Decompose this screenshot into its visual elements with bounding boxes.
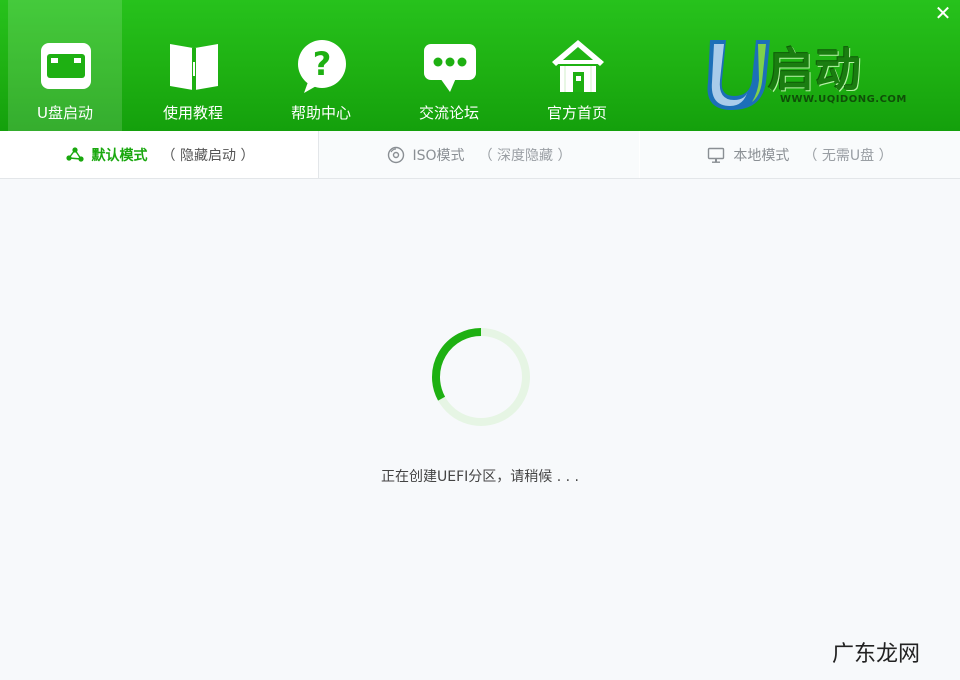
nav-label: 交流论坛	[418, 104, 479, 122]
tab-local-mode[interactable]: 本地模式 （ 无需U盘 ）	[640, 131, 960, 178]
logo-url: WWW.UQIDONG.COM	[780, 94, 907, 105]
nav-label: 帮助中心	[290, 104, 351, 122]
loading-spinner	[432, 328, 530, 426]
nav-usb-boot[interactable]: U盘启动	[8, 0, 122, 131]
close-button[interactable]: ✕	[932, 2, 954, 24]
disc-icon	[387, 146, 404, 163]
nav-label: U盘启动	[37, 104, 93, 122]
usb-drive-icon	[41, 43, 91, 89]
tab-label: 默认模式	[91, 147, 148, 164]
tab-sublabel: （ 深度隐藏 ）	[478, 147, 572, 164]
monitor-icon	[708, 147, 725, 163]
logo-text: 启动	[768, 43, 862, 97]
tab-iso-mode[interactable]: ISO模式 （ 深度隐藏 ）	[319, 131, 639, 178]
status-message: 正在创建UEFI分区，请稍候 . . .	[381, 469, 579, 485]
tab-label: 本地模式	[733, 147, 790, 164]
book-icon	[170, 44, 218, 90]
svg-text:?: ?	[313, 45, 332, 83]
nav-tutorial[interactable]: 使用教程	[136, 0, 250, 131]
mode-tabs: 默认模式 （ 隐藏启动 ） ISO模式 （ 深度隐藏 ） 本地模式 （ 无需U盘…	[0, 131, 960, 179]
spinner-arc	[432, 328, 482, 401]
tab-default-mode[interactable]: 默认模式 （ 隐藏启动 ）	[0, 131, 320, 178]
share-nodes-icon	[65, 146, 84, 162]
nav-label: 使用教程	[162, 104, 223, 122]
nav-forum[interactable]: 交流论坛	[392, 0, 506, 131]
help-bubble-icon: ?	[298, 40, 346, 93]
tab-label: ISO模式	[412, 147, 465, 164]
tab-sublabel: （ 隐藏启动 ）	[161, 147, 255, 164]
nav-label: 官方首页	[546, 104, 607, 122]
watermark-text: 广东龙网	[831, 642, 920, 667]
chat-bubble-icon	[424, 44, 476, 92]
nav-home[interactable]: 官方首页	[520, 0, 634, 131]
brand-logo: 启动 WWW.UQIDONG.COM	[700, 34, 910, 114]
home-icon	[552, 40, 604, 92]
nav-help-center[interactable]: ? 帮助中心	[264, 0, 378, 131]
header-bar: U盘启动 使用教程 ? 帮助中心 交流论坛 官方首页 启动 WWW.UQIDON…	[0, 0, 960, 131]
tab-sublabel: （ 无需U盘 ）	[803, 147, 893, 164]
